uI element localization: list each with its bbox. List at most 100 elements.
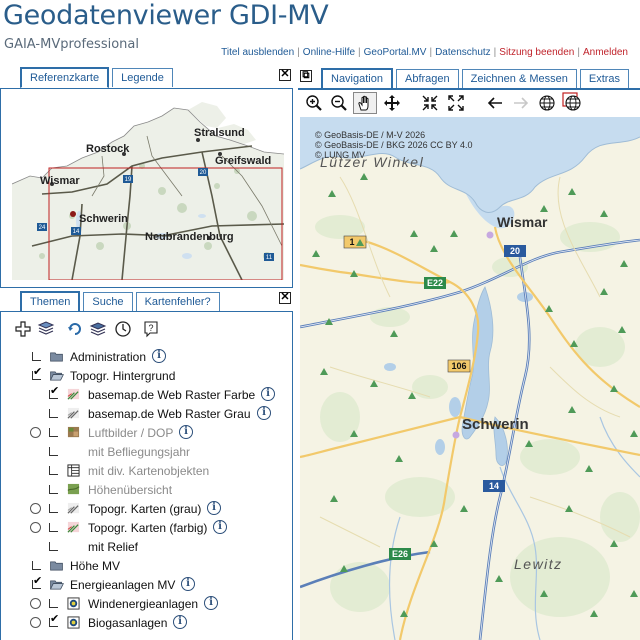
- layer-checkbox[interactable]: [49, 466, 58, 475]
- info-icon[interactable]: i: [179, 425, 193, 439]
- tree-item-label[interactable]: basemap.de Web Raster Farbe: [88, 388, 255, 402]
- help-icon[interactable]: ?: [142, 320, 160, 338]
- tree-item: Windenergieanlagen i: [0, 594, 292, 613]
- zoom-in-icon[interactable]: [305, 94, 323, 112]
- zoom-out-icon[interactable]: [330, 94, 348, 112]
- ref-city-rostock: Rostock: [86, 143, 130, 155]
- link-separator: |: [297, 47, 300, 58]
- layer-checkbox[interactable]: [49, 485, 58, 494]
- forward-arrow-icon[interactable]: [512, 94, 530, 112]
- info-icon[interactable]: i: [213, 520, 227, 534]
- header-links: Titel ausblenden | Online-Hilfe | GeoPortal.…: [221, 47, 628, 58]
- info-icon[interactable]: i: [173, 615, 187, 629]
- tree-item: mit div. Kartenobjekten: [0, 461, 292, 480]
- reference-map[interactable]: 19 20 24 14 11 Stralsund Rostock Greifsw…: [12, 96, 284, 280]
- layer-radio[interactable]: [30, 598, 41, 609]
- tab-abfragen[interactable]: Abfragen: [395, 69, 459, 88]
- tree-item-label[interactable]: Höhe MV: [70, 559, 120, 573]
- left-top-tabbar: Referenzkarte Legende: [20, 67, 176, 88]
- info-icon[interactable]: i: [261, 387, 275, 401]
- header-link-anmelden[interactable]: Anmelden: [583, 47, 628, 58]
- tab-zeichnen-messen[interactable]: Zeichnen & Messen: [461, 69, 577, 88]
- layer-radio[interactable]: [30, 617, 41, 628]
- ref-city-schwerin: Schwerin: [79, 213, 128, 225]
- aerial-photo-icon: [67, 426, 80, 438]
- tab-navigation[interactable]: Navigation: [321, 68, 393, 89]
- globe-icon[interactable]: [538, 94, 556, 112]
- tab-kartenfehler[interactable]: Kartenfehler?: [135, 292, 220, 311]
- info-icon[interactable]: i: [207, 501, 221, 515]
- tree-item-label[interactable]: Energieanlagen MV: [70, 578, 175, 592]
- tab-extras[interactable]: Extras: [579, 69, 630, 88]
- layer-checkbox[interactable]: [32, 352, 41, 361]
- tree-item-label[interactable]: Höhenübersicht: [88, 483, 172, 497]
- tree-item-label[interactable]: Topogr. Hintergrund: [70, 369, 175, 383]
- layer-checkbox[interactable]: [49, 612, 59, 627]
- tree-item-label[interactable]: Biogasanlagen: [88, 616, 167, 630]
- header-link-geoportal-mv[interactable]: GeoPortal.MV: [364, 47, 427, 58]
- svg-text:?: ?: [148, 323, 153, 333]
- raster-color-icon: [67, 521, 80, 533]
- layer-radio[interactable]: [30, 503, 41, 514]
- layer-checkbox[interactable]: [32, 574, 42, 589]
- info-icon[interactable]: i: [204, 596, 218, 610]
- layer-checkbox[interactable]: [49, 599, 58, 608]
- layer-checkbox[interactable]: [49, 409, 58, 418]
- tab-legende[interactable]: Legende: [112, 68, 173, 87]
- close-icon[interactable]: ✕: [279, 69, 291, 81]
- layer-radio[interactable]: [30, 427, 41, 438]
- map-attribution-3: © LUNG MV: [315, 150, 366, 160]
- tree-item: Topogr. Karten (farbig) i: [0, 518, 292, 537]
- tree-item-label[interactable]: Luftbilder / DOP: [88, 426, 173, 440]
- back-arrow-icon[interactable]: [486, 94, 504, 112]
- main-map[interactable]: 20 E22 106 14 E26 1 Wismar Schwerin Lewi…: [300, 117, 640, 640]
- add-icon[interactable]: [14, 320, 32, 338]
- table-icon: [67, 464, 80, 477]
- layer-checkbox[interactable]: [49, 504, 58, 513]
- header-link-sitzung-beenden[interactable]: Sitzung beenden: [499, 47, 574, 58]
- ref-city-greifswald: Greifswald: [215, 155, 271, 167]
- tab-suche[interactable]: Suche: [83, 292, 133, 311]
- refresh-icon[interactable]: [66, 320, 84, 338]
- ref-shield-20: 20: [200, 170, 207, 176]
- info-icon[interactable]: i: [257, 406, 271, 420]
- tree-item-label[interactable]: mit div. Kartenobjekten: [88, 464, 209, 478]
- right-panel-border: [298, 88, 640, 90]
- tree-item-label[interactable]: mit Relief: [88, 540, 138, 554]
- fullscreen-icon[interactable]: [447, 94, 465, 112]
- header-link-titel-ausblenden[interactable]: Titel ausblenden: [221, 47, 294, 58]
- layer-checkbox[interactable]: [49, 523, 58, 532]
- clock-icon[interactable]: [114, 320, 132, 338]
- tree-item-label[interactable]: basemap.de Web Raster Grau: [88, 407, 251, 421]
- layers-icon[interactable]: [37, 320, 55, 338]
- zoom-extent-icon[interactable]: [421, 94, 439, 112]
- detach-icon[interactable]: ⧉: [300, 70, 312, 82]
- tree-item-label[interactable]: Administration: [70, 350, 146, 364]
- layer-checkbox[interactable]: [49, 542, 58, 551]
- layer-checkbox[interactable]: [32, 365, 42, 380]
- layer-checkbox[interactable]: [49, 428, 58, 437]
- globe-select-icon[interactable]: [562, 92, 582, 112]
- tree-item: mit Befliegungsjahr: [0, 442, 292, 461]
- map-shield-20: 20: [510, 246, 520, 256]
- tree-item-label[interactable]: Topogr. Karten (grau): [88, 502, 201, 516]
- info-icon[interactable]: i: [152, 349, 166, 363]
- tab-referenzkarte[interactable]: Referenzkarte: [20, 67, 110, 88]
- layers-stack-icon[interactable]: [89, 320, 107, 338]
- pan-hand-icon[interactable]: [356, 94, 374, 112]
- header-link-online-hilfe[interactable]: Online-Hilfe: [303, 47, 355, 58]
- layer-checkbox[interactable]: [32, 561, 41, 570]
- close-icon[interactable]: ✕: [279, 292, 291, 304]
- move-arrows-icon[interactable]: [383, 94, 401, 112]
- tree-item: Luftbilder / DOP i: [0, 423, 292, 442]
- info-icon[interactable]: i: [181, 577, 195, 591]
- tree-item-label[interactable]: Topogr. Karten (farbig): [88, 521, 207, 535]
- tree-item-label[interactable]: Windenergieanlagen: [88, 597, 198, 611]
- layer-checkbox[interactable]: [49, 447, 58, 456]
- tree-item-label[interactable]: mit Befliegungsjahr: [88, 445, 190, 459]
- tab-themen[interactable]: Themen: [20, 291, 81, 312]
- layer-checkbox[interactable]: [49, 384, 59, 399]
- app-title: Geodatenviewer GDI-MV: [3, 0, 329, 31]
- layer-radio[interactable]: [30, 522, 41, 533]
- header-link-datenschutz[interactable]: Datenschutz: [435, 47, 491, 58]
